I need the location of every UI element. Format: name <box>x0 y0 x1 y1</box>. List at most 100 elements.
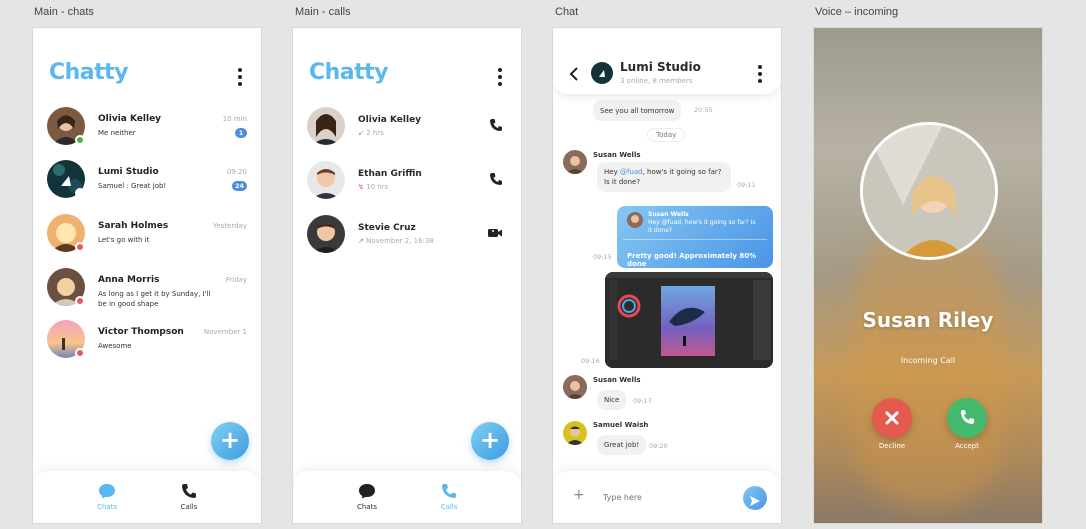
message-bubble: See you all tomorrow <box>593 100 682 121</box>
call-name: Stevie Cruz <box>358 223 416 233</box>
tab-calls[interactable]: Calls <box>419 479 479 511</box>
more-options-icon[interactable] <box>497 68 503 86</box>
app-logo: Chatty <box>49 60 129 85</box>
message-input[interactable] <box>603 489 723 505</box>
video-icon[interactable] <box>487 225 503 244</box>
chat-last-message: Me neither <box>98 129 136 137</box>
chat-last-message: Awesome <box>98 342 132 350</box>
add-attachment-icon[interactable]: + <box>573 487 585 503</box>
chat-name: Lumi Studio <box>98 167 159 177</box>
avatar <box>563 421 587 445</box>
chat-subtitle: 3 online, 8 members <box>620 77 693 85</box>
avatar <box>563 375 587 399</box>
chat-bubble-icon <box>359 484 375 499</box>
chat-name: Olivia Kelley <box>98 114 162 124</box>
group-icon <box>75 188 85 198</box>
tab-chats[interactable]: Chats <box>337 479 397 511</box>
back-icon[interactable] <box>569 66 579 86</box>
chat-list-item[interactable]: Anna Morris As long as I get it by Sunda… <box>47 268 247 314</box>
tab-calls-label: Calls <box>180 503 198 511</box>
accept-label: Accept <box>955 442 979 450</box>
online-status-dot <box>75 135 85 145</box>
sender-name: Samuel Waish <box>593 421 649 429</box>
sender-name: Susan Wells <box>593 376 641 384</box>
call-list-item[interactable]: Ethan Griffin ↯ 10 hrs <box>307 161 507 207</box>
bottom-tab-bar: Chats Calls <box>293 471 521 523</box>
caller-avatar <box>860 122 998 260</box>
chat-time: November 1 <box>203 328 247 336</box>
accept-button[interactable] <box>947 398 987 438</box>
call-name: Olivia Kelley <box>358 115 422 125</box>
chat-time: Yesterday <box>213 222 247 230</box>
date-divider: Today <box>647 128 686 142</box>
message-bubble: Nice <box>597 390 627 410</box>
avatar <box>307 161 345 199</box>
quoted-message: Susan Wells Hey @fuad, how's it going so… <box>623 210 767 240</box>
call-status: Incoming Call <box>900 356 956 365</box>
chat-time: 10 min <box>222 115 247 123</box>
phone-icon[interactable] <box>489 117 503 136</box>
chat-time: Friday <box>225 276 247 284</box>
offline-status-dot <box>75 348 85 358</box>
app-logo: Chatty <box>309 60 389 85</box>
send-button[interactable] <box>743 486 767 510</box>
tab-chats-label: Chats <box>356 503 377 511</box>
frame-label-incoming: Voice – incoming <box>815 6 899 18</box>
unread-badge: 1 <box>235 128 247 138</box>
missed-call-icon: ↯ <box>358 183 364 191</box>
decline-button[interactable] <box>872 398 912 438</box>
reply-text: Pretty good! Approximately 80% done <box>627 252 757 268</box>
avatar <box>307 215 345 253</box>
chat-title: Lumi Studio <box>620 60 701 74</box>
chat-time: 09:20 <box>226 168 247 176</box>
phone-icon <box>182 484 196 498</box>
image-attachment[interactable] <box>605 272 773 368</box>
background-blur <box>854 228 1004 508</box>
new-chat-button[interactable]: + <box>211 422 249 460</box>
phone-icon <box>442 484 456 498</box>
quoted-text: Hey @fuad, how's it going so far? Is it … <box>648 219 756 234</box>
group-avatar <box>591 62 613 84</box>
chat-list-item[interactable]: Olivia Kelley Me neither 10 min 1 <box>47 107 247 153</box>
chat-list-item[interactable]: Lumi Studio Samuel : Great job! 09:20 24 <box>47 160 247 206</box>
message-time: 09:15 <box>593 253 612 261</box>
call-meta: ↙ 2 hrs <box>358 129 384 137</box>
decline-label: Decline <box>878 442 906 450</box>
message-time: 09:11 <box>737 181 756 189</box>
chat-list-item[interactable]: Sarah Holmes Let's go with it Yesterday <box>47 214 247 260</box>
tab-calls[interactable]: Calls <box>159 479 219 511</box>
send-icon <box>750 496 760 506</box>
screen-voice-incoming: Susan Riley Incoming Call Decline Accept <box>813 27 1043 524</box>
frame-label-chat: Chat <box>555 6 579 18</box>
chat-last-message: Samuel : Great job! <box>98 182 167 190</box>
new-call-button[interactable]: + <box>471 422 509 460</box>
outgoing-arrow-icon: ↗ <box>358 237 364 245</box>
chat-name: Anna Morris <box>98 275 160 285</box>
call-list-item[interactable]: Stevie Cruz ↗ November 2, 16:38 <box>307 215 507 261</box>
sender-name: Susan Wells <box>593 151 641 159</box>
caller-name: Susan Riley <box>862 308 994 332</box>
tab-chats[interactable]: Chats <box>77 479 137 511</box>
more-options-icon[interactable] <box>237 68 243 86</box>
screen-main-chats: Chatty Olivia Kelley Me neither 10 min 1… <box>32 27 262 524</box>
tab-chats-label: Chats <box>96 503 117 511</box>
call-meta: ↗ November 2, 16:38 <box>358 237 434 245</box>
message-bubble: Hey @fuad, how's it going so far? Is it … <box>597 162 731 192</box>
chat-list-item[interactable]: Victor Thompson Awesome November 1 <box>47 320 247 366</box>
chat-header: Lumi Studio 3 online, 8 members <box>553 28 781 94</box>
tab-calls-label: Calls <box>440 503 458 511</box>
message-input-bar: + <box>553 471 781 523</box>
avatar <box>307 107 345 145</box>
screen-chat: Lumi Studio 3 online, 8 members See you … <box>552 27 782 524</box>
message-bubble: Great job! <box>597 435 647 455</box>
avatar <box>563 150 587 174</box>
screen-main-calls: Chatty Olivia Kelley ↙ 2 hrs Ethan Griff… <box>292 27 522 524</box>
message-time: 20:55 <box>694 106 713 114</box>
phone-icon <box>961 410 974 424</box>
message-time: 09:16 <box>581 357 600 365</box>
phone-icon[interactable] <box>489 171 503 190</box>
more-options-icon[interactable] <box>757 65 763 83</box>
call-list-item[interactable]: Olivia Kelley ↙ 2 hrs <box>307 107 507 153</box>
reply-bubble: Susan Wells Hey @fuad, how's it going so… <box>617 206 773 268</box>
call-meta: ↯ 10 hrs <box>358 183 389 191</box>
